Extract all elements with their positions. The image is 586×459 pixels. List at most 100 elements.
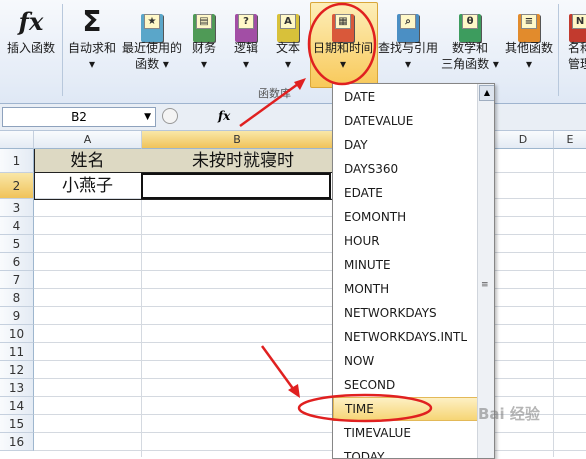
name-box-value: B2 xyxy=(71,110,87,124)
row-header[interactable]: 15 xyxy=(0,415,34,433)
recent-functions-button[interactable]: ★ 最近使用的 函数 ▾ xyxy=(120,0,184,86)
star-book-icon: ★ xyxy=(139,7,165,42)
gridline xyxy=(34,252,586,253)
insert-function-button[interactable]: fx 插入函数 xyxy=(2,0,60,86)
dropdown-item-networkdays-intl[interactable]: NETWORKDAYS.INTL xyxy=(333,325,484,349)
column-header-d[interactable]: D xyxy=(493,131,554,149)
dropdown-item-days360[interactable]: DAYS360 xyxy=(333,157,484,181)
cell-a2[interactable]: 小燕子 xyxy=(34,173,141,199)
row-header[interactable]: 8 xyxy=(0,289,34,307)
date-time-label: 日期和时间 ▾ xyxy=(312,41,373,71)
row-header[interactable]: 2 xyxy=(0,173,34,199)
gridline xyxy=(34,306,586,307)
cell-b2-selected[interactable] xyxy=(141,173,331,199)
name-box[interactable]: B2 ▼ xyxy=(2,107,156,127)
dropdown-item-eomonth[interactable]: EOMONTH xyxy=(333,205,484,229)
financial-label: 财务 ▾ xyxy=(191,41,216,71)
name-manager-label: 名称 管理 xyxy=(567,41,586,71)
chevron-down-icon[interactable]: ▼ xyxy=(144,108,151,126)
sigma-icon: Σ xyxy=(82,5,102,38)
gridline xyxy=(553,149,554,457)
row-header[interactable]: 10 xyxy=(0,325,34,343)
lookup-reference-button[interactable]: ⌕ 查找与引用 ▾ xyxy=(376,0,440,86)
dropdown-item-date[interactable]: DATE xyxy=(333,85,484,109)
insert-function-label: 插入函数 xyxy=(6,41,55,55)
cell-a1[interactable]: 姓名 xyxy=(34,150,141,172)
theta-book-icon: θ xyxy=(457,7,483,42)
row-header[interactable]: 1 xyxy=(0,149,34,173)
dropdown-item-minute[interactable]: MINUTE xyxy=(333,253,484,277)
row-header[interactable]: 13 xyxy=(0,379,34,397)
cell-b1[interactable]: 未按时就寝时 xyxy=(142,150,332,172)
scroll-grip-icon[interactable]: ≡ xyxy=(481,280,489,290)
dropdown-item-now[interactable]: NOW xyxy=(333,349,484,373)
recent-functions-label: 最近使用的 函数 ▾ xyxy=(121,41,182,71)
gridline xyxy=(34,288,586,289)
name-manager-icon: N xyxy=(567,7,586,42)
math-trig-button[interactable]: θ 数学和 三角函数 ▾ xyxy=(440,0,500,86)
date-time-dropdown: DATE DATEVALUE DAY DAYS360 EDATE EOMONTH HOUR M… xyxy=(332,83,495,459)
column-header-e[interactable]: E xyxy=(554,131,586,149)
gridline xyxy=(34,216,586,217)
fx-icon[interactable]: fx xyxy=(218,109,230,123)
other-book-icon: ≡ xyxy=(516,7,542,42)
gridline xyxy=(34,324,586,325)
date-time-button[interactable]: ▦ 日期和时间 ▾ xyxy=(310,0,376,86)
name-manager-button[interactable]: N 名称 管理 xyxy=(560,0,586,86)
gridline xyxy=(34,270,586,271)
table-border xyxy=(34,172,334,173)
logical-label: 逻辑 ▾ xyxy=(233,41,258,71)
dropdown-item-datevalue[interactable]: DATEVALUE xyxy=(333,109,484,133)
dropdown-item-second[interactable]: SECOND xyxy=(333,373,484,397)
dropdown-item-timevalue[interactable]: TIMEVALUE xyxy=(333,421,484,445)
text-book-icon: A xyxy=(275,7,301,42)
dropdown-item-edate[interactable]: EDATE xyxy=(333,181,484,205)
lookup-reference-label: 查找与引用 ▾ xyxy=(377,41,438,71)
row-header[interactable]: 11 xyxy=(0,343,34,361)
gridline xyxy=(34,396,586,397)
gridline xyxy=(34,342,586,343)
ribbon-separator xyxy=(62,4,63,96)
dropdown-item-hour[interactable]: HOUR xyxy=(333,229,484,253)
column-header-b[interactable]: B xyxy=(142,131,333,149)
text-label: 文本 ▾ xyxy=(275,41,300,71)
finance-book-icon: ▤ xyxy=(191,7,217,42)
gridline xyxy=(34,432,586,433)
watermark: Bai 经验 xyxy=(478,405,540,423)
formula-bar: B2 ▼ fx xyxy=(0,104,586,131)
autosum-button[interactable]: Σ 自动求和 ▾ xyxy=(64,0,120,86)
row-header[interactable]: 9 xyxy=(0,307,34,325)
dropdown-item-month[interactable]: MONTH xyxy=(333,277,484,301)
table-border xyxy=(34,199,334,200)
logical-button[interactable]: ? 逻辑 ▾ xyxy=(228,0,264,86)
row-header[interactable]: 16 xyxy=(0,433,34,451)
select-all-corner[interactable] xyxy=(0,131,34,149)
row-header[interactable]: 3 xyxy=(0,199,34,217)
calendar-book-icon: ▦ xyxy=(330,7,356,42)
dropdown-item-day[interactable]: DAY xyxy=(333,133,484,157)
math-trig-label: 数学和 三角函数 ▾ xyxy=(441,41,499,71)
row-header[interactable]: 7 xyxy=(0,271,34,289)
table-border xyxy=(34,149,35,200)
row-header[interactable]: 12 xyxy=(0,361,34,379)
row-header[interactable]: 14 xyxy=(0,397,34,415)
dropdown-scrollbar[interactable]: ▲ ≡ xyxy=(477,84,494,458)
text-button[interactable]: A 文本 ▾ xyxy=(270,0,306,86)
dropdown-item-time[interactable]: TIME xyxy=(333,397,486,421)
formula-bar-expand-icon[interactable] xyxy=(162,108,178,124)
financial-button[interactable]: ▤ 财务 ▾ xyxy=(186,0,222,86)
row-header[interactable]: 6 xyxy=(0,253,34,271)
more-functions-label: 其他函数 ▾ xyxy=(504,41,553,71)
column-header-a[interactable]: A xyxy=(34,131,142,149)
fx-icon: fx xyxy=(18,7,44,36)
gridline xyxy=(34,378,586,379)
row-header[interactable]: 4 xyxy=(0,217,34,235)
question-book-icon: ? xyxy=(233,7,259,42)
lookup-book-icon: ⌕ xyxy=(395,7,421,42)
scroll-up-icon[interactable]: ▲ xyxy=(479,85,494,101)
gridline xyxy=(34,234,586,235)
row-header[interactable]: 5 xyxy=(0,235,34,253)
more-functions-button[interactable]: ≡ 其他函数 ▾ xyxy=(502,0,556,86)
gridline xyxy=(34,360,586,361)
dropdown-item-networkdays[interactable]: NETWORKDAYS xyxy=(333,301,484,325)
